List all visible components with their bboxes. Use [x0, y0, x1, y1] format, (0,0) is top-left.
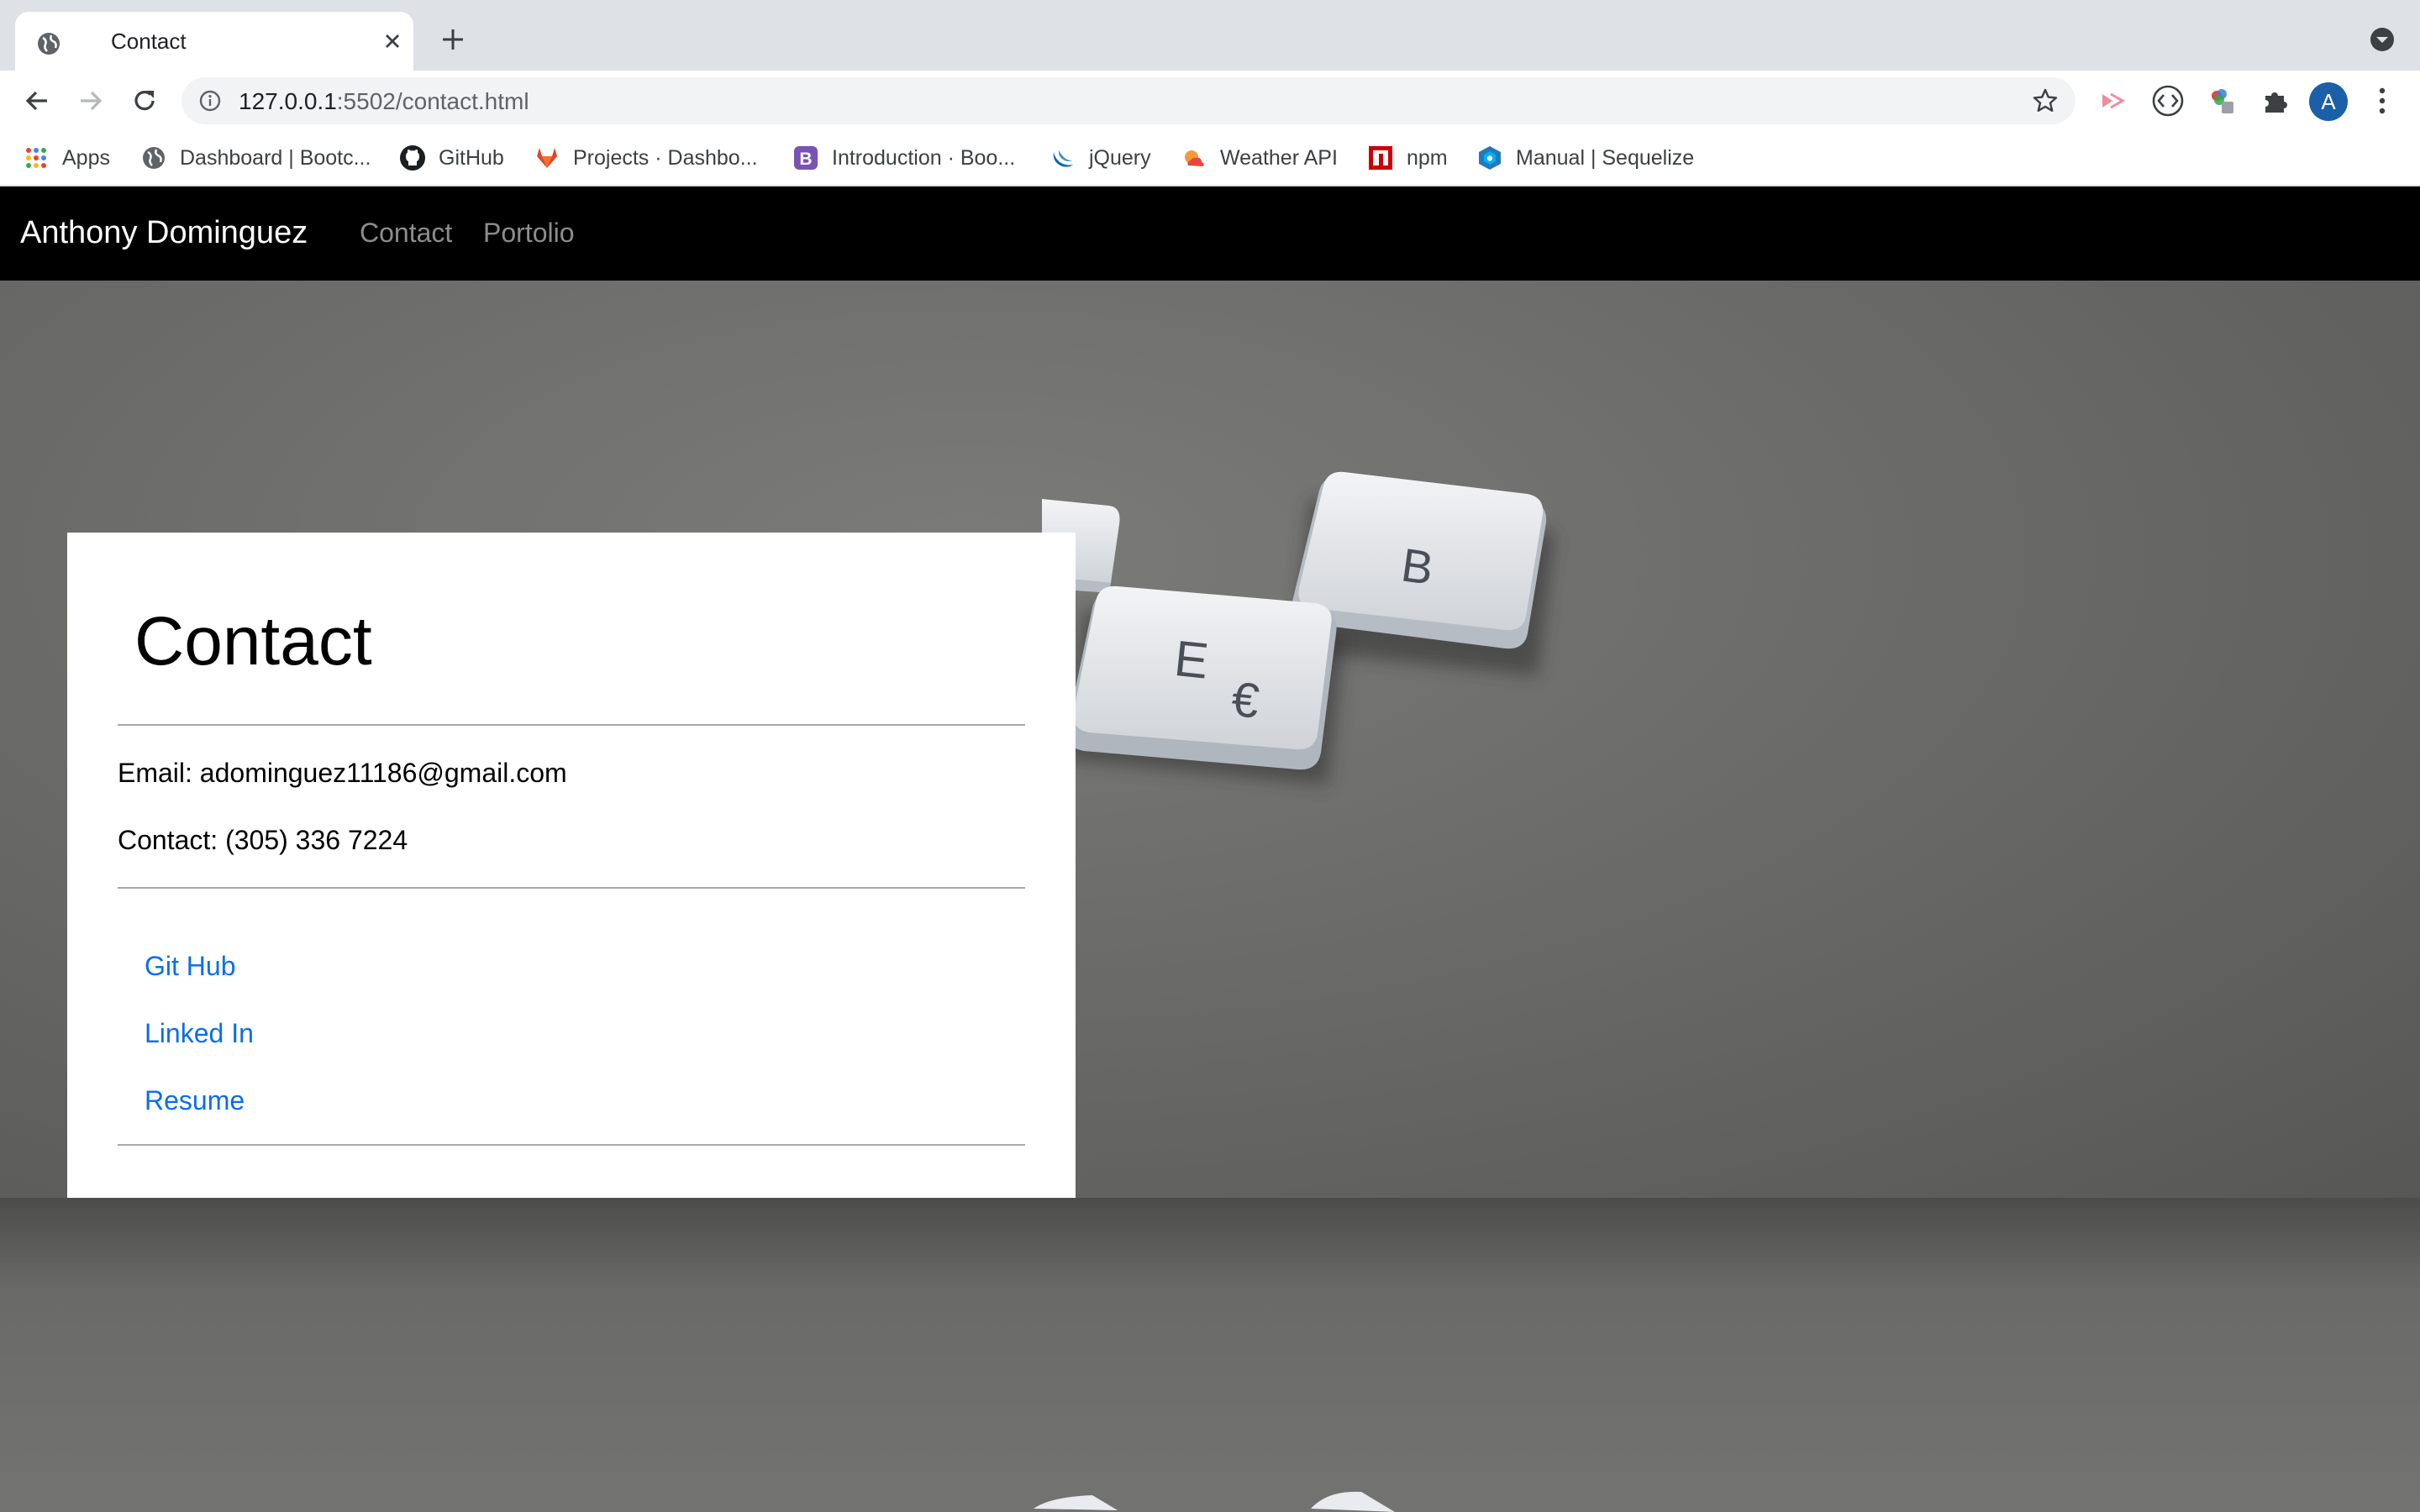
- bookmarks-bar: Apps Dashboard | Bootc... GitHub Project…: [0, 131, 2420, 186]
- bookmark-label: Introduction · Boo...: [832, 145, 1016, 170]
- weather-icon: [1185, 150, 1204, 166]
- tab-search-chevron-icon[interactable]: [2368, 25, 2396, 54]
- web-page: Anthony Dominguez Contact Portolio B E €…: [0, 186, 2420, 1512]
- apps-grid-icon: [26, 148, 46, 168]
- forward-arrow-icon[interactable]: [74, 84, 108, 118]
- browser-toolbar: 127.0.0.1:5502/contact.html A: [0, 71, 2420, 131]
- bookmark-label: GitHub: [439, 145, 504, 170]
- hero-background: B E € Contact Email: adominguez11186@gma…: [0, 281, 2420, 1198]
- url-path: :5502/contact.html: [336, 88, 529, 114]
- bookmark-dashboard-bootcamp[interactable]: Dashboard | Bootc...: [141, 139, 371, 176]
- extensions-puzzle-icon[interactable]: [2259, 84, 2292, 118]
- github-icon: [400, 145, 425, 171]
- divider: [118, 887, 1025, 889]
- contact-heading: Contact: [134, 603, 372, 680]
- github-link[interactable]: Git Hub: [145, 948, 235, 984]
- nav-link-portolio[interactable]: Portolio: [483, 213, 575, 252]
- phone-text: Contact: (305) 336 7224: [118, 825, 408, 855]
- nav-link-contact[interactable]: Contact: [360, 213, 452, 252]
- url-host: 127.0.0.1: [239, 88, 337, 114]
- bookmark-bootstrap-intro[interactable]: B Introduction · Boo...: [793, 139, 1015, 176]
- globe-icon: [143, 147, 165, 169]
- svg-text:B: B: [799, 150, 812, 169]
- npm-icon: [1369, 146, 1392, 170]
- new-tab-plus-icon[interactable]: [439, 25, 467, 54]
- bookmark-gitlab-projects[interactable]: Projects · Dashbo...: [534, 139, 758, 176]
- navbar-brand[interactable]: Anthony Dominguez: [20, 212, 308, 254]
- address-bar[interactable]: 127.0.0.1:5502/contact.html: [182, 77, 2075, 124]
- key-e: E €: [1066, 585, 1337, 770]
- globe-icon: [38, 33, 60, 55]
- bootstrap-icon: B: [794, 146, 818, 170]
- back-arrow-icon[interactable]: [20, 84, 54, 118]
- keyboard-keys-photo-repeat: [1034, 1491, 1395, 1512]
- site-info-icon[interactable]: [198, 89, 222, 113]
- close-icon[interactable]: [380, 29, 405, 54]
- key-euro-symbol: €: [1229, 672, 1262, 729]
- contact-card: Contact Email: adominguez11186@gmail.com…: [67, 533, 1076, 1198]
- divider: [118, 1144, 1025, 1146]
- bookmark-label: npm: [1407, 145, 1448, 170]
- jquery-icon: [1053, 150, 1073, 167]
- browser-tab-strip: Contact: [0, 0, 2420, 71]
- bookmark-weather-api[interactable]: Weather API: [1181, 139, 1338, 176]
- email-text: Email: adominguez11186@gmail.com: [118, 758, 567, 788]
- bookmark-label: Projects · Dashbo...: [573, 145, 758, 170]
- bookmark-npm[interactable]: npm: [1368, 139, 1448, 176]
- linkedin-link[interactable]: Linked In: [145, 1015, 254, 1052]
- resume-link[interactable]: Resume: [145, 1082, 245, 1119]
- bookmark-jquery[interactable]: jQuery: [1050, 139, 1151, 176]
- tab-title: Contact: [111, 29, 187, 54]
- bookmark-apps[interactable]: Apps: [24, 139, 110, 176]
- browser-tab-contact[interactable]: Contact: [15, 12, 413, 71]
- extension-color-picker-icon[interactable]: [2205, 84, 2238, 118]
- menu-kebab-icon[interactable]: [2370, 82, 2395, 119]
- bookmark-label: Apps: [62, 145, 110, 170]
- bookmark-label: Weather API: [1220, 145, 1338, 170]
- bookmark-sequelize-manual[interactable]: Manual | Sequelize: [1477, 139, 1694, 176]
- bookmark-label: Manual | Sequelize: [1516, 145, 1695, 170]
- url-text[interactable]: 127.0.0.1:5502/contact.html: [239, 87, 529, 116]
- profile-avatar[interactable]: A: [2309, 82, 2348, 121]
- reload-icon[interactable]: [128, 84, 161, 118]
- bookmark-star-icon[interactable]: [2032, 87, 2059, 114]
- key-e-letter: E: [1171, 630, 1211, 690]
- bookmark-label: Dashboard | Bootc...: [180, 145, 371, 170]
- extension-code-icon[interactable]: [2151, 84, 2185, 118]
- gitlab-icon: [537, 148, 557, 168]
- divider: [118, 724, 1025, 726]
- extension-cast-icon[interactable]: [2096, 84, 2129, 118]
- bookmark-github[interactable]: GitHub: [400, 139, 504, 176]
- site-navbar: Anthony Dominguez Contact Portolio: [0, 186, 2420, 281]
- sequelize-icon: [1479, 146, 1501, 170]
- second-hero-background: [0, 1198, 2420, 1512]
- bookmark-label: jQuery: [1089, 145, 1151, 170]
